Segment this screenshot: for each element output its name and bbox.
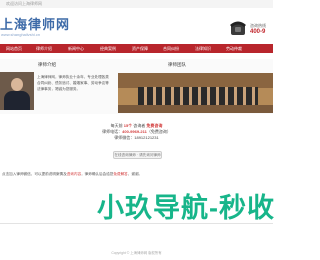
- nav-item-knowledge[interactable]: 法律知识: [195, 45, 211, 52]
- team-photo-wall: [118, 73, 273, 88]
- team-photo-people: [138, 87, 258, 105]
- footer-divider: [0, 223, 273, 224]
- notice-free-consult-tag: 免费咨询: [146, 123, 163, 128]
- team-title: 律师团队: [168, 62, 186, 67]
- lawyer-photo: [0, 72, 34, 110]
- site-logo[interactable]: 上海律师网: [0, 18, 70, 32]
- lawyer-intro-title: 律师介绍: [38, 62, 56, 67]
- watermark-text: 小玖导航-秒收: [97, 193, 275, 223]
- notice-wechat: 律师微信：18912121231: [0, 135, 273, 141]
- nav-item-labor[interactable]: 劳动仲裁: [226, 45, 242, 52]
- notice-free-consult-mid: 咨询者: [132, 123, 147, 128]
- main-nav: 网站首页 律师介绍 新闻中心 经典案例 资产保障 合同纠纷 法律知识 劳动仲裁: [0, 44, 273, 53]
- nav-item-contract[interactable]: 合同纠纷: [163, 45, 179, 52]
- hotline-number[interactable]: 400-9: [250, 29, 265, 35]
- wechat-tip-link-free[interactable]: 免费解答: [113, 172, 127, 176]
- telephone-icon: [230, 21, 246, 35]
- notice-free-consult-pre: 每天前: [110, 123, 124, 128]
- wechat-tip: 点击加入律师微信，可以提前说明案情及咨询内容，律师确认后会给您免费解答，谢谢。: [2, 172, 142, 177]
- nav-item-news[interactable]: 新闻中心: [68, 45, 84, 52]
- notice-phone-note: （免费咨询）: [146, 129, 171, 134]
- wechat-tip-link-content[interactable]: 咨询内容: [67, 172, 81, 176]
- wechat-tip-post: ，谢谢。: [127, 172, 143, 176]
- lawyer-photo-suit: [4, 91, 30, 110]
- footer-copyright: Copyright © 上海律师网 版权所有: [111, 251, 162, 255]
- lawyer-photo-head: [11, 78, 23, 91]
- consult-button[interactable]: 在线咨询律师 · 请先询问律师: [113, 151, 162, 159]
- nav-item-cases[interactable]: 经典案例: [100, 45, 116, 52]
- nav-item-assets[interactable]: 资产保障: [132, 45, 148, 52]
- nav-item-lawyer-intro[interactable]: 律师介绍: [36, 45, 52, 52]
- nav-item-home[interactable]: 网站首页: [6, 45, 22, 52]
- site-logo-url: www.shanghailvshi.cn: [1, 32, 41, 37]
- notice-phone-label: 律师电话：: [102, 129, 123, 134]
- team-photo-floor: [118, 105, 273, 113]
- wechat-tip-pre: 点击加入律师微信，可以提前说明案情及: [2, 172, 67, 176]
- lawyer-intro-text: 上海律师网，律师执业十余年，专业处理各类合同纠纷、债务追讨、婚姻家事、劳动争议等…: [37, 75, 109, 91]
- notice-wechat-label: 律师微信：: [114, 135, 135, 140]
- top-bar-note: 欢迎访问上海律师网: [6, 1, 42, 6]
- site-header: 上海律师网 www.shanghailvshi.cn 咨询热线 400-9: [0, 8, 273, 40]
- team-photo: [118, 73, 273, 113]
- page: 欢迎访问上海律师网 上海律师网 www.shanghailvshi.cn 咨询热…: [0, 0, 275, 260]
- wechat-tip-mid: ，律师确认后会给您: [81, 172, 114, 176]
- notice-free-consult-count: 15个: [123, 123, 133, 128]
- notice-phone-number[interactable]: 400-9969-211: [122, 129, 147, 134]
- notice-wechat-id: 18912121231: [134, 135, 159, 140]
